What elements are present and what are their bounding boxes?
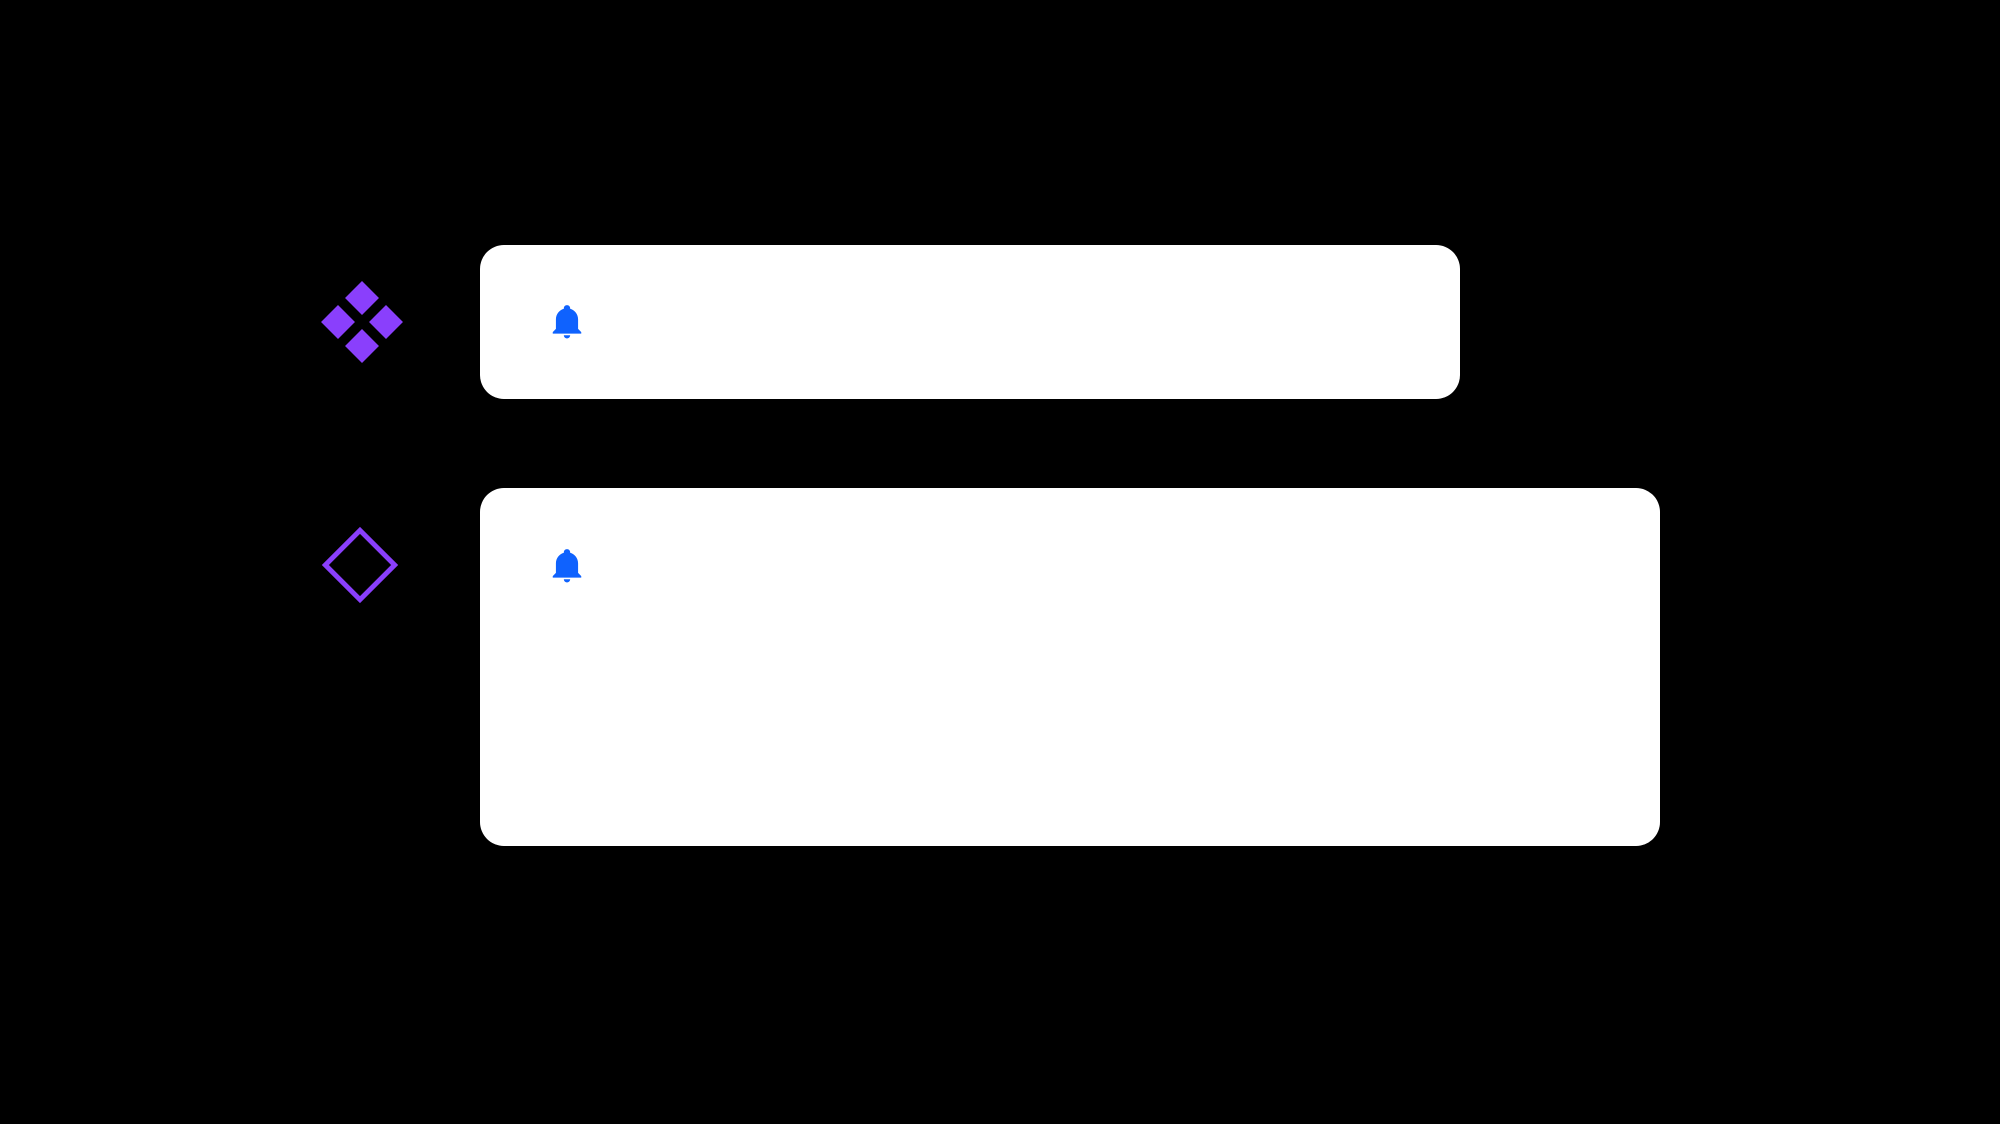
notification-card xyxy=(480,488,1660,846)
diamond-cluster-icon xyxy=(326,286,398,358)
diamond-outline-icon xyxy=(322,527,398,603)
bell-icon xyxy=(548,300,586,342)
bell-icon xyxy=(548,544,586,586)
notification-card xyxy=(480,245,1460,399)
